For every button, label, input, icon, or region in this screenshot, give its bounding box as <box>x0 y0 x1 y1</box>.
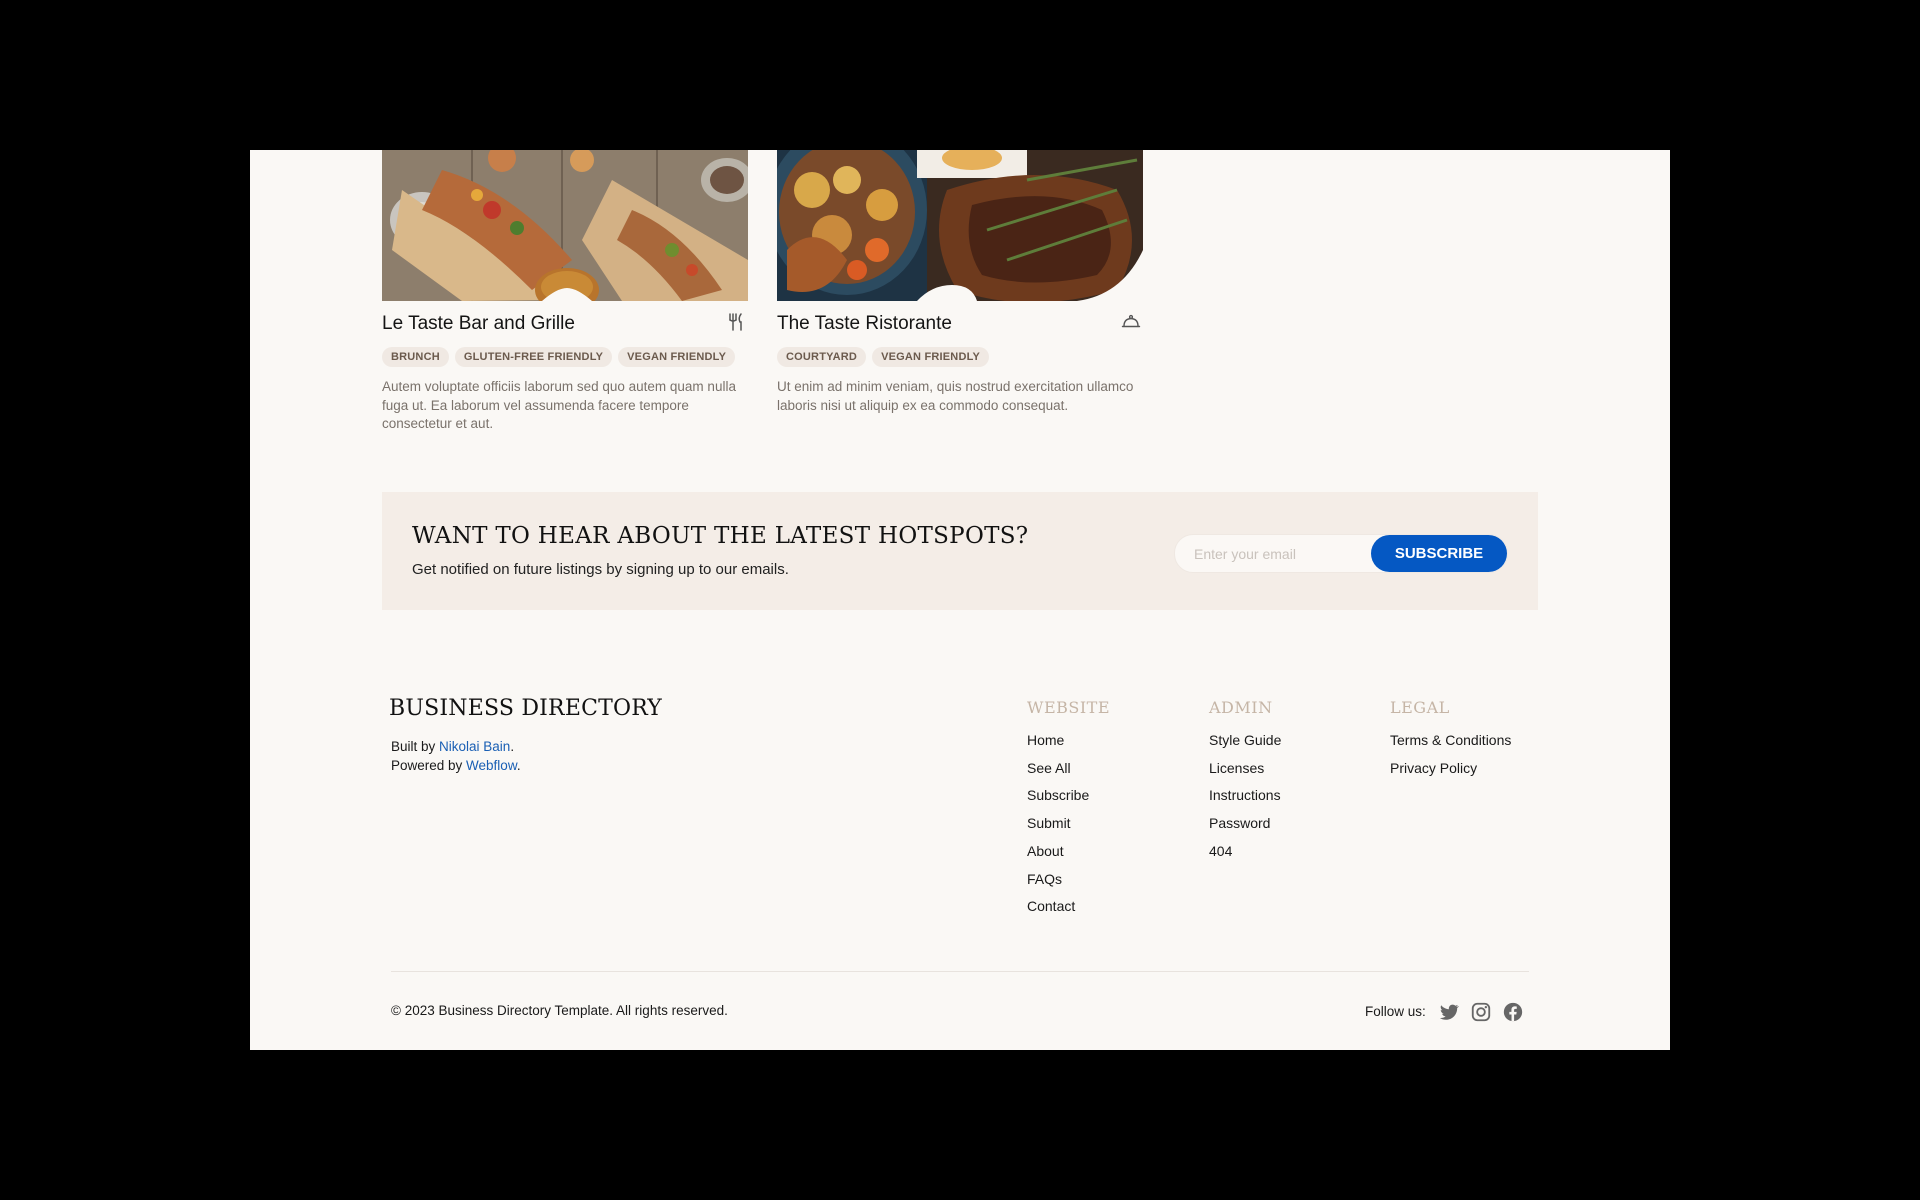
card-description: Ut enim ad minim veniam, quis nostrud ex… <box>777 379 1134 413</box>
card-image-wraps[interactable] <box>382 150 748 301</box>
footer-link-terms[interactable]: Terms & Conditions <box>1390 727 1511 755</box>
footer-link-home[interactable]: Home <box>1027 727 1110 755</box>
tag-list: COURTYARD VEGAN FRIENDLY <box>777 347 990 367</box>
footer-link-faqs[interactable]: FAQs <box>1027 866 1110 894</box>
built-by-credit: Built by Nikolai Bain. <box>391 739 515 754</box>
follow-label: Follow us: <box>1365 1004 1426 1019</box>
footer-divider <box>391 971 1529 972</box>
newsletter-banner: WANT TO HEAR ABOUT THE LATEST HOTSPOTS? … <box>382 492 1538 610</box>
footer-link-password[interactable]: Password <box>1209 810 1281 838</box>
tag: BRUNCH <box>382 347 449 367</box>
footer-column-legal: LEGAL Terms & Conditions Privacy Policy <box>1390 698 1511 782</box>
author-link[interactable]: Nikolai Bain <box>439 739 510 754</box>
column-title: LEGAL <box>1390 698 1450 717</box>
newsletter-subheading: Get notified on future listings by signi… <box>412 561 789 578</box>
footer-link-style-guide[interactable]: Style Guide <box>1209 727 1281 755</box>
webflow-link[interactable]: Webflow <box>466 758 517 773</box>
newsletter-heading: WANT TO HEAR ABOUT THE LATEST HOTSPOTS? <box>412 523 1029 549</box>
footer-link-instructions[interactable]: Instructions <box>1209 782 1281 810</box>
card-description: Autem voluptate officiis laborum sed quo… <box>382 379 736 431</box>
footer-link-about[interactable]: About <box>1027 838 1110 866</box>
subscribe-button[interactable]: SUBSCRIBE <box>1371 535 1507 572</box>
copyright-text: © 2023 Business Directory Template. All … <box>391 1003 728 1018</box>
column-title: ADMIN <box>1209 698 1273 717</box>
instagram-icon[interactable] <box>1470 1001 1492 1023</box>
tag: COURTYARD <box>777 347 867 367</box>
card-title[interactable]: Le Taste Bar and Grille <box>382 313 575 335</box>
newsletter-form: SUBSCRIBE <box>1174 534 1508 573</box>
footer-link-contact[interactable]: Contact <box>1027 893 1110 921</box>
footer-link-subscribe[interactable]: Subscribe <box>1027 782 1110 810</box>
card-title[interactable]: The Taste Ristorante <box>777 313 952 335</box>
tag-list: BRUNCH GLUTEN-FREE FRIENDLY VEGAN FRIEND… <box>382 347 736 367</box>
tag: VEGAN FRIENDLY <box>618 347 736 367</box>
card-image-roast[interactable] <box>777 150 1143 301</box>
email-input[interactable] <box>1175 535 1365 572</box>
footer-link-privacy[interactable]: Privacy Policy <box>1390 755 1511 783</box>
footer-link-submit[interactable]: Submit <box>1027 810 1110 838</box>
footer-column-admin: ADMIN Style Guide Licenses Instructions … <box>1209 698 1281 866</box>
page: Le Taste Bar and Grille BRUNCH GLUTEN-FR… <box>250 150 1670 1050</box>
column-title: WEBSITE <box>1027 698 1111 717</box>
tag: VEGAN FRIENDLY <box>872 347 990 367</box>
footer-link-licenses[interactable]: Licenses <box>1209 755 1281 783</box>
tag: GLUTEN-FREE FRIENDLY <box>454 347 613 367</box>
footer-column-website: WEBSITE Home See All Subscribe Submit Ab… <box>1027 698 1110 921</box>
powered-by-credit: Powered by Webflow. <box>391 758 521 773</box>
twitter-icon[interactable] <box>1438 1001 1460 1023</box>
facebook-icon[interactable] <box>1502 1001 1524 1023</box>
footer-link-see-all[interactable]: See All <box>1027 755 1110 783</box>
footer-link-404[interactable]: 404 <box>1209 838 1281 866</box>
footer-brand[interactable]: BUSINESS DIRECTORY <box>389 696 662 721</box>
utensils-icon <box>729 313 742 331</box>
cloche-icon <box>1121 314 1141 328</box>
